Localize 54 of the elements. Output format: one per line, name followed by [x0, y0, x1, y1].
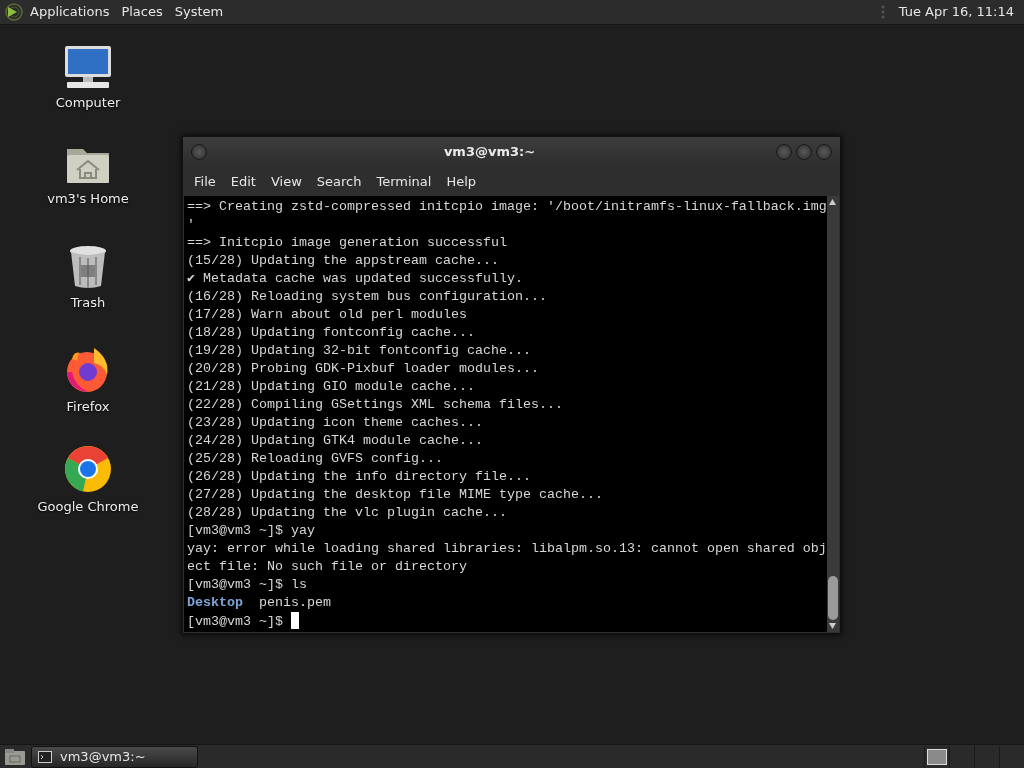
- computer-icon[interactable]: [63, 45, 113, 89]
- menu-item[interactable]: Search: [309, 171, 370, 192]
- panel-menu[interactable]: Applications: [24, 0, 116, 24]
- menu-item[interactable]: Terminal: [369, 171, 440, 192]
- output-line: (27/28) Updating the desktop file MIME type cache...: [187, 486, 603, 504]
- output-line: ect file: No such file or directory: [187, 558, 467, 576]
- output-line: (17/28) Warn about old perl modules: [187, 306, 467, 324]
- output-line: (15/28) Updating the appstream cache...: [187, 252, 499, 270]
- trash-icon[interactable]: [68, 245, 108, 289]
- show-desktop-icon[interactable]: [4, 747, 26, 766]
- icon-label[interactable]: vm3's Home: [47, 189, 129, 209]
- panel-handle[interactable]: [880, 4, 885, 20]
- scroll-down-icon[interactable]: [829, 623, 837, 629]
- output-line: ==> Creating zstd-compressed initcpio image: '/boot/initramfs-linux-fallback.img: [187, 198, 827, 216]
- output-line: (18/28) Updating fontconfig cache...: [187, 324, 475, 342]
- chrome-icon[interactable]: [64, 445, 112, 493]
- scrollbar[interactable]: [826, 196, 839, 632]
- workspace[interactable]: [924, 745, 949, 768]
- terminal-icon: [38, 750, 52, 763]
- icon-label[interactable]: Computer: [55, 93, 121, 113]
- menu-item[interactable]: Help: [439, 171, 485, 192]
- icon-label[interactable]: Trash: [70, 293, 106, 313]
- output-line: (23/28) Updating icon theme caches...: [187, 414, 483, 432]
- output-line: [vm3@vm3 ~]$ yay: [187, 522, 315, 540]
- output-line: (26/28) Updating the info directory file...: [187, 468, 531, 486]
- scroll-thumb[interactable]: [827, 576, 838, 620]
- output-line: (20/28) Probing GDK-Pixbuf loader modules...: [187, 360, 539, 378]
- scroll-up-icon[interactable]: [829, 199, 837, 205]
- output-line: ==> Initcpio image generation successful: [187, 234, 507, 252]
- output-line: (16/28) Reloading system bus configuration...: [187, 288, 547, 306]
- file-name: penis.pem: [259, 595, 331, 610]
- panel-menu[interactable]: Places: [115, 0, 169, 24]
- menu-item[interactable]: View: [263, 171, 310, 192]
- icon-label[interactable]: Firefox: [66, 397, 110, 417]
- output-line: ': [187, 216, 195, 234]
- output-line: [vm3@vm3 ~]$ ls: [187, 576, 307, 594]
- output-line: (24/28) Updating GTK4 module cache...: [187, 432, 483, 450]
- taskbar-button[interactable]: vm3@vm3:~: [31, 745, 198, 768]
- menu-item[interactable]: File: [187, 171, 224, 192]
- output-line: (25/28) Reloading GVFS config...: [187, 450, 443, 468]
- menu-item[interactable]: Edit: [223, 171, 264, 192]
- menu-logo-icon[interactable]: [4, 2, 24, 22]
- output-line: (21/28) Updating GIO module cache...: [187, 378, 475, 396]
- icon-label[interactable]: Google Chrome: [37, 497, 139, 517]
- directory-name: Desktop: [187, 595, 243, 610]
- output-line: ✔ Metadata cache was updated successfully.: [187, 270, 523, 288]
- output-line: (22/28) Compiling GSettings XML schema files...: [187, 396, 563, 414]
- output-line: (19/28) Updating 32-bit fontconfig cache...: [187, 342, 531, 360]
- output-line: yay: error while loading shared libraries: libalpm.so.13: cannot open shared obj: [187, 540, 827, 558]
- panel-menu[interactable]: System: [168, 0, 230, 24]
- window-title: vm3@vm3:~: [442, 143, 537, 162]
- prompt-text: [vm3@vm3 ~]$: [187, 614, 283, 629]
- clock[interactable]: Tue Apr 16, 11:14: [892, 0, 1020, 24]
- output-line: (28/28) Updating the vlc plugin cache...: [187, 504, 507, 522]
